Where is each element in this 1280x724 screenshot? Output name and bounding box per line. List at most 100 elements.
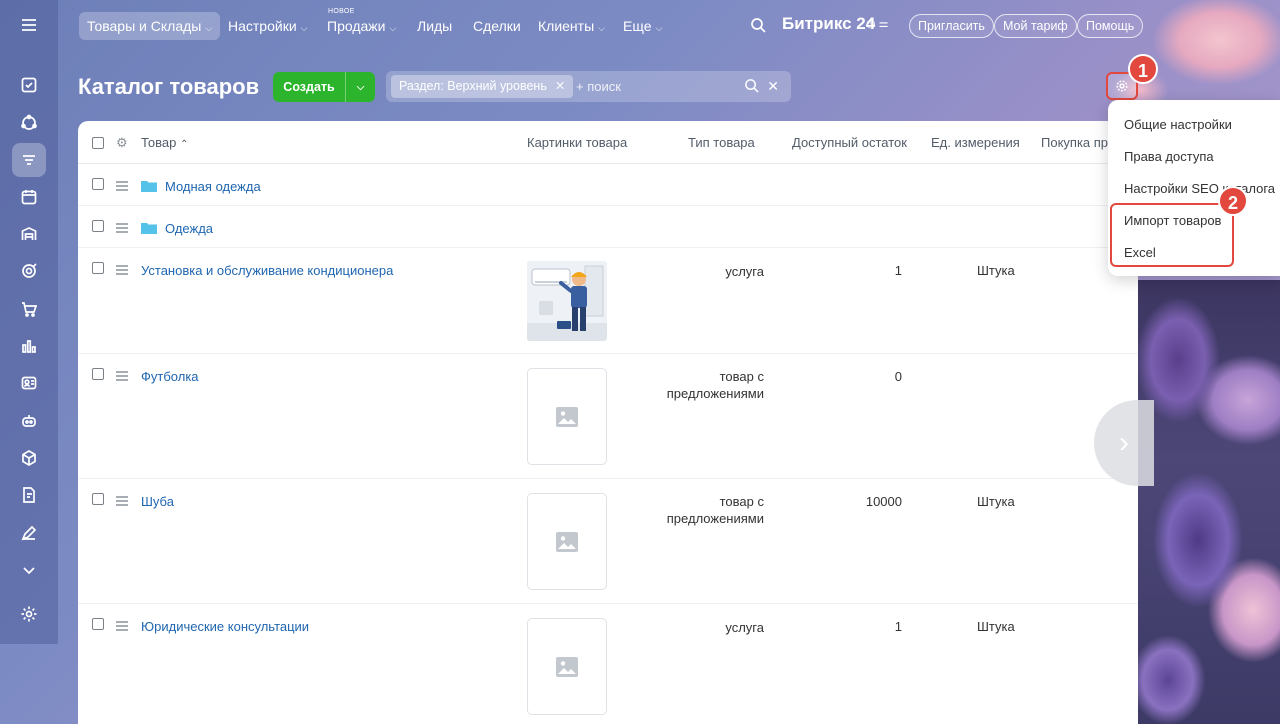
invite-button[interactable]: Пригласить: [909, 14, 994, 38]
nav-products-warehouses[interactable]: Товары и Склады ⌵: [79, 12, 221, 40]
image-placeholder[interactable]: [527, 618, 607, 715]
row-checkbox[interactable]: [92, 618, 104, 630]
product-name-link[interactable]: Шуба: [141, 494, 174, 509]
column-header-product[interactable]: Товар ⌃: [141, 135, 188, 150]
filter-icons: ✕: [744, 78, 779, 95]
row-checkbox[interactable]: [92, 220, 104, 232]
row-checkbox[interactable]: [92, 493, 104, 505]
pen-icon[interactable]: [12, 516, 46, 550]
nav-clients[interactable]: Клиенты ⌵: [530, 12, 613, 40]
table-row[interactable]: Юридические консультации услуга 1 Штука: [78, 604, 1138, 724]
menu-item-seo-settings[interactable]: Настройки SEO каталога: [1124, 181, 1275, 196]
product-type: услуга: [725, 620, 764, 635]
create-button[interactable]: Создать ⌵: [273, 72, 375, 102]
table-row[interactable]: Установка и обслуживание кондиционера ус…: [78, 248, 1138, 354]
drag-handle-icon[interactable]: [116, 181, 128, 193]
nav-label: Настройки: [228, 18, 297, 34]
catalog-icon[interactable]: [12, 143, 46, 177]
clock-settings-icon[interactable]: ◷ ⚌: [866, 17, 889, 30]
drag-handle-icon[interactable]: [116, 496, 128, 508]
image-icon: [556, 406, 578, 427]
crm-icon[interactable]: [12, 106, 46, 140]
chevron-right-icon: ›: [1119, 426, 1129, 459]
contacts-icon[interactable]: [12, 366, 46, 400]
column-header-unit[interactable]: Ед. измерения: [931, 135, 1020, 150]
product-type: товар с предложениями: [667, 493, 764, 527]
clear-icon[interactable]: ✕: [767, 78, 779, 94]
drag-handle-icon[interactable]: [116, 223, 128, 235]
select-all-checkbox[interactable]: [92, 137, 104, 149]
calendar-icon[interactable]: [12, 180, 46, 214]
gear-icon[interactable]: ⚙: [116, 135, 128, 151]
column-header-images[interactable]: Картинки товара: [527, 135, 627, 150]
table-row[interactable]: Футболка товар с предложениями 0: [78, 354, 1138, 479]
settings-icon[interactable]: [12, 597, 46, 631]
menu-item-access-rights[interactable]: Права доступа: [1124, 149, 1214, 164]
product-stock: 1: [894, 619, 902, 634]
tasks-icon[interactable]: [12, 68, 46, 102]
chevron-down-icon[interactable]: ⌵: [346, 82, 375, 93]
nav-more[interactable]: Еще ⌵: [615, 12, 670, 40]
nav-label: Лиды: [417, 18, 453, 34]
document-edit-icon[interactable]: [12, 478, 46, 512]
row-checkbox[interactable]: [92, 368, 104, 380]
nav-leads[interactable]: Лиды: [409, 12, 460, 40]
table-row[interactable]: Одежда: [78, 206, 1138, 248]
product-name-link[interactable]: Установка и обслуживание кондиционера: [141, 263, 393, 278]
image-placeholder[interactable]: [527, 493, 607, 590]
chevron-down-icon[interactable]: [12, 553, 46, 587]
target-icon[interactable]: [12, 254, 46, 288]
product-type-line: предложениями: [666, 386, 764, 401]
table-row[interactable]: Модная одежда: [78, 164, 1138, 206]
technician-image: [527, 261, 607, 341]
search-input[interactable]: + поиск: [576, 79, 621, 94]
folder-icon: [141, 223, 157, 234]
table-row[interactable]: Шуба товар с предложениями 10000 Штука: [78, 479, 1138, 604]
nav-sales[interactable]: Продажи ⌵: [319, 12, 404, 40]
product-stock: 1: [894, 263, 902, 278]
step-badge: 1: [1128, 54, 1158, 84]
menu-item-general-settings[interactable]: Общие настройки: [1124, 117, 1232, 132]
search-icon[interactable]: [750, 17, 766, 36]
chevron-down-icon: ⌵: [389, 23, 397, 33]
product-stock: 0: [894, 369, 902, 384]
filter-tag[interactable]: Раздел: Верхний уровень ✕: [391, 75, 574, 98]
tariff-button[interactable]: Мой тариф: [994, 14, 1077, 38]
row-checkbox[interactable]: [92, 178, 104, 190]
nav-settings[interactable]: Настройки ⌵: [220, 12, 315, 40]
drag-handle-icon[interactable]: [116, 265, 128, 277]
background-decoration: [1138, 280, 1280, 724]
search-icon[interactable]: [744, 78, 763, 94]
product-unit: Штука: [977, 619, 1015, 634]
product-name-link[interactable]: Юридические консультации: [141, 619, 309, 634]
close-icon[interactable]: ✕: [555, 79, 565, 93]
product-unit: Штука: [977, 494, 1015, 509]
column-header-stock[interactable]: Доступный остаток: [792, 135, 907, 150]
product-type-line: товар с: [719, 494, 764, 509]
brand-logo[interactable]: Битрикс 24: [782, 14, 875, 34]
analytics-icon[interactable]: [12, 329, 46, 363]
box-icon[interactable]: [12, 441, 46, 475]
row-checkbox[interactable]: [92, 262, 104, 274]
drag-handle-icon[interactable]: [116, 621, 128, 633]
column-header-purchase[interactable]: Покупка пр: [1041, 135, 1108, 150]
cart-icon[interactable]: [12, 292, 46, 326]
column-header-type[interactable]: Тип товара: [688, 135, 755, 150]
product-image[interactable]: [527, 261, 607, 341]
warehouse-icon[interactable]: [12, 217, 46, 251]
product-type: услуга: [725, 264, 764, 279]
help-button[interactable]: Помощь: [1077, 14, 1144, 38]
image-placeholder[interactable]: [527, 368, 607, 465]
product-name-link[interactable]: Модная одежда: [165, 179, 261, 194]
menu-icon[interactable]: [12, 8, 46, 42]
robot-icon[interactable]: [12, 404, 46, 438]
product-name-link[interactable]: Одежда: [165, 221, 213, 236]
product-name-link[interactable]: Футболка: [141, 369, 199, 384]
nav-deals[interactable]: Сделки: [465, 12, 529, 40]
chevron-down-icon: ⌵: [598, 23, 605, 33]
nav-label: Товары и Склады: [87, 18, 202, 34]
filter-search-bar[interactable]: Раздел: Верхний уровень ✕ + поиск ✕: [386, 71, 791, 102]
filter-tag-label: Раздел: Верхний уровень: [399, 79, 547, 93]
nav-label: Клиенты: [538, 18, 595, 34]
drag-handle-icon[interactable]: [116, 371, 128, 383]
